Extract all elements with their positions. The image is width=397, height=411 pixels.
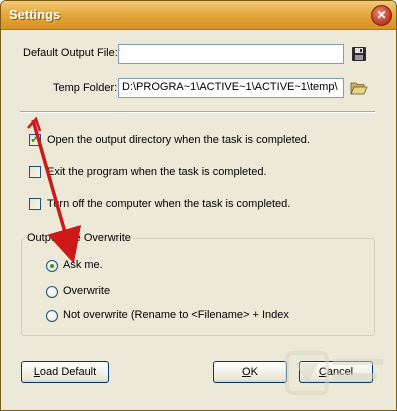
- turn-off-computer-checkbox[interactable]: [29, 198, 41, 210]
- temp-folder-label: Temp Folder:: [53, 82, 118, 94]
- default-output-input[interactable]: [118, 44, 344, 64]
- open-output-dir-label[interactable]: Open the output directory when the task …: [47, 134, 310, 146]
- exit-program-label[interactable]: Exit the program when the task is comple…: [47, 166, 267, 178]
- turn-off-computer-label[interactable]: Turn off the computer when the task is c…: [47, 198, 290, 210]
- overwrite-group-title: Output File Overwrite: [25, 232, 133, 244]
- default-output-label: Default Output File:: [23, 47, 118, 59]
- radio-ask-me-label[interactable]: Ask me.: [63, 259, 103, 271]
- ok-button[interactable]: OK: [213, 361, 287, 383]
- exit-program-checkbox[interactable]: [29, 166, 41, 178]
- radio-overwrite-label[interactable]: Overwrite: [63, 285, 110, 297]
- radio-not-overwrite-label[interactable]: Not overwrite (Rename to <Filename> + In…: [63, 309, 289, 321]
- title-bar[interactable]: Settings ✕: [1, 1, 396, 30]
- load-default-button[interactable]: Load Default: [21, 361, 109, 383]
- temp-folder-input[interactable]: D:\PROGRA~1\ACTIVE~1\ACTIVE~1\temp\: [118, 78, 344, 98]
- open-folder-icon: [350, 82, 368, 95]
- load-default-label: oad Default: [39, 366, 97, 378]
- save-button[interactable]: [350, 45, 368, 63]
- settings-dialog: Settings ✕ Default Output File: Temp Fol…: [0, 0, 397, 411]
- radio-selected-dot: [50, 264, 54, 268]
- radio-not-overwrite[interactable]: [46, 310, 58, 322]
- watermark-logo: [285, 351, 383, 395]
- window-title: Settings: [9, 7, 61, 22]
- ok-mnemonic: O: [242, 366, 251, 378]
- floppy-disk-icon: [352, 47, 366, 61]
- browse-folder-button[interactable]: [350, 79, 368, 97]
- close-button[interactable]: ✕: [371, 5, 392, 26]
- radio-ask-me[interactable]: [46, 260, 58, 272]
- close-icon: ✕: [376, 8, 387, 22]
- separator: [20, 111, 375, 113]
- open-output-dir-checkbox[interactable]: ✓: [29, 132, 41, 146]
- ok-label: K: [250, 366, 258, 378]
- radio-overwrite[interactable]: [46, 286, 58, 298]
- check-mark-icon: ✓: [30, 132, 41, 146]
